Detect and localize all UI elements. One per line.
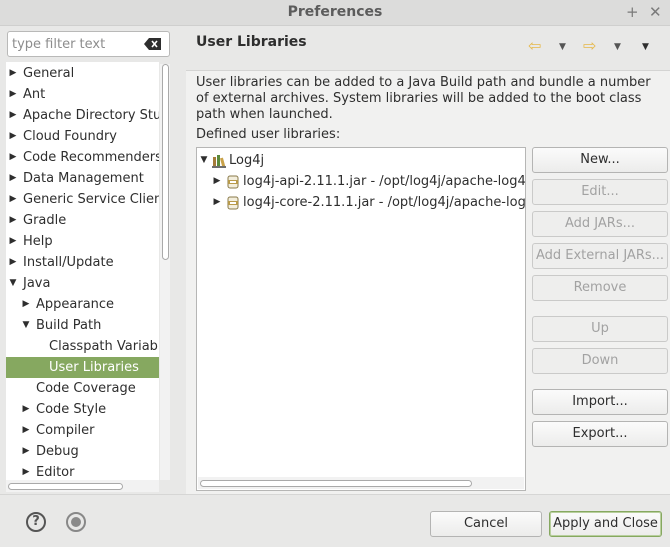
tree-item-data-management[interactable]: ▶ Data Management	[6, 168, 159, 189]
tree-item-generic-service-client[interactable]: ▶ Generic Service Client	[6, 189, 159, 210]
page-title: User Libraries	[196, 34, 307, 50]
expand-arrow-icon[interactable]: ▶	[21, 420, 31, 441]
tree-item-general[interactable]: ▶ General	[6, 63, 159, 84]
expand-arrow-icon[interactable]: ▶	[212, 171, 222, 192]
remove-button[interactable]: Remove	[532, 275, 668, 301]
tree-item-code-style[interactable]: ▶ Code Style	[6, 399, 159, 420]
tree-item-code-coverage[interactable]: Code Coverage	[6, 378, 159, 399]
expand-arrow-icon[interactable]: ▶	[8, 252, 18, 273]
tree-item-code-recommenders[interactable]: ▶ Code Recommenders	[6, 147, 159, 168]
expand-arrow-icon[interactable]: ▶	[212, 192, 222, 213]
tree-item-cloud-foundry[interactable]: ▶ Cloud Foundry	[6, 126, 159, 147]
collapse-arrow-icon[interactable]: ▼	[21, 315, 31, 336]
tree-item-debug[interactable]: ▶ Debug	[6, 441, 159, 462]
expand-arrow-icon[interactable]: ▶	[8, 105, 18, 126]
defined-libraries-label: Defined user libraries:	[196, 127, 341, 142]
library-item-log4j[interactable]: ▼ Log4j	[197, 150, 525, 171]
preference-navigation: ▶General ▶Ant ▶Apache Directory Studio ▶…	[6, 30, 171, 494]
import-button[interactable]: Import...	[532, 389, 668, 415]
page-header: User Libraries ⇦ ▼ ⇨ ▼ ▼	[186, 30, 670, 70]
tree-item-classpath-variables[interactable]: Classpath Variables	[6, 336, 159, 357]
apply-and-close-button[interactable]: Apply and Close	[549, 511, 662, 537]
libraries-horizontal-scrollbar[interactable]	[198, 477, 524, 489]
record-macro-icon[interactable]	[66, 512, 86, 532]
forward-arrow-icon[interactable]: ⇨	[583, 36, 596, 55]
tree-item-build-path[interactable]: ▼ Build Path	[6, 315, 159, 336]
up-button[interactable]: Up	[532, 316, 668, 342]
clear-filter-icon[interactable]	[144, 38, 161, 50]
expand-arrow-icon[interactable]: ▶	[8, 147, 18, 168]
tree-item-java[interactable]: ▼ Java	[6, 273, 159, 294]
forward-history-dropdown-icon[interactable]: ▼	[614, 42, 621, 52]
tree-item-help[interactable]: ▶ Help	[6, 231, 159, 252]
back-history-dropdown-icon[interactable]: ▼	[559, 42, 566, 52]
expand-arrow-icon[interactable]: ▶	[8, 168, 18, 189]
user-libraries-tree: ▼ Log4j ▶ log4j-api-2.11.1.jar - /opt/lo…	[196, 147, 526, 491]
expand-arrow-icon[interactable]: ▶	[21, 399, 31, 420]
tree-item-appearance[interactable]: ▶ Appearance	[6, 294, 159, 315]
back-arrow-icon[interactable]: ⇦	[528, 36, 541, 55]
tree-item-install-update[interactable]: ▶ Install/Update	[6, 252, 159, 273]
dialog-footer: ? Cancel Apply and Close	[0, 494, 670, 547]
expand-arrow-icon[interactable]: ▶	[21, 462, 31, 480]
preference-tree: ▶General ▶Ant ▶Apache Directory Studio ▶…	[6, 62, 159, 480]
preference-page: User Libraries ⇦ ▼ ⇨ ▼ ▼ User libraries …	[186, 30, 670, 494]
tree-item-apache-directory-studio[interactable]: ▶Apache Directory Studio	[6, 105, 159, 126]
filter-input[interactable]	[12, 35, 142, 53]
window-title: Preferences	[287, 4, 383, 20]
new-button[interactable]: New...	[532, 147, 668, 173]
page-content: User libraries can be added to a Java Bu…	[186, 70, 670, 494]
jar-icon	[227, 196, 239, 210]
jar-icon	[227, 175, 239, 189]
expand-arrow-icon[interactable]: ▶	[21, 294, 31, 315]
add-external-jars-button[interactable]: Add External JARs...	[532, 243, 668, 269]
down-button[interactable]: Down	[532, 348, 668, 374]
expand-arrow-icon[interactable]: ▶	[8, 189, 18, 210]
tree-item-gradle[interactable]: ▶ Gradle	[6, 210, 159, 231]
tree-item-compiler[interactable]: ▶ Compiler	[6, 420, 159, 441]
title-bar: Preferences + ✕	[0, 0, 670, 26]
library-jar-log4j-core[interactable]: ▶ log4j-core-2.11.1.jar - /opt/log4j/apa…	[197, 192, 525, 213]
scrollbar-thumb[interactable]	[8, 483, 123, 490]
help-icon[interactable]: ?	[26, 512, 46, 532]
scrollbar-thumb[interactable]	[162, 64, 169, 260]
tree-item-ant[interactable]: ▶ Ant	[6, 84, 159, 105]
tree-vertical-scrollbar[interactable]	[160, 64, 170, 480]
expand-arrow-icon[interactable]: ▶	[8, 126, 18, 147]
expand-arrow-icon[interactable]: ▶	[21, 441, 31, 462]
export-button[interactable]: Export...	[532, 421, 668, 447]
cancel-button[interactable]: Cancel	[430, 511, 542, 537]
close-icon[interactable]: ✕	[649, 3, 662, 21]
tree-horizontal-scrollbar[interactable]	[6, 480, 159, 492]
expand-arrow-icon[interactable]: ▶	[8, 210, 18, 231]
tree-item-user-libraries[interactable]: User Libraries	[6, 357, 159, 378]
edit-button[interactable]: Edit...	[532, 179, 668, 205]
filter-field[interactable]	[7, 31, 170, 57]
expand-arrow-icon[interactable]: ▶	[8, 63, 18, 84]
collapse-arrow-icon[interactable]: ▼	[199, 150, 209, 171]
scrollbar-thumb[interactable]	[200, 480, 472, 487]
expand-arrow-icon[interactable]: ▶	[8, 231, 18, 252]
library-jar-log4j-api[interactable]: ▶ log4j-api-2.11.1.jar - /opt/log4j/apac…	[197, 171, 525, 192]
page-description: User libraries can be added to a Java Bu…	[196, 75, 651, 122]
tree-item-editor[interactable]: ▶ Editor	[6, 462, 159, 480]
add-jars-button[interactable]: Add JARs...	[532, 211, 668, 237]
view-menu-icon[interactable]: ▼	[642, 42, 649, 52]
library-icon	[212, 155, 226, 168]
add-window-button[interactable]: +	[626, 3, 639, 21]
collapse-arrow-icon[interactable]: ▼	[8, 273, 18, 294]
expand-arrow-icon[interactable]: ▶	[8, 84, 18, 105]
